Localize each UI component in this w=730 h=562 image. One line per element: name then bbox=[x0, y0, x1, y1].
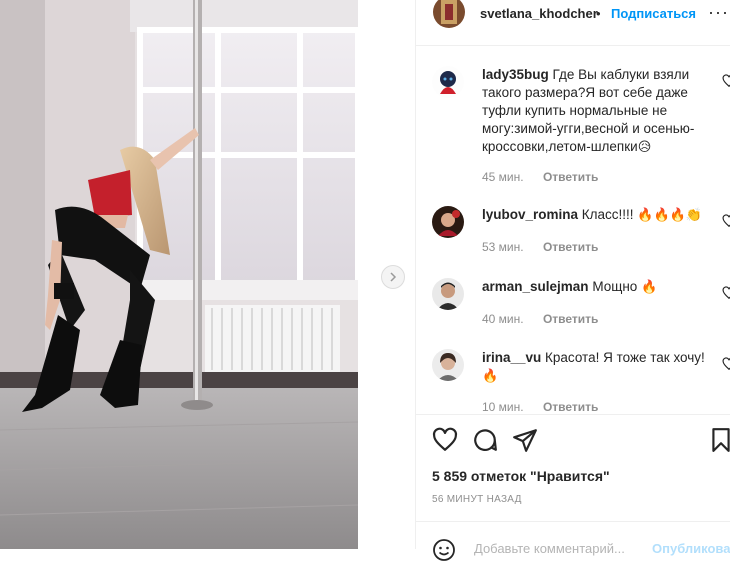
smiley-icon[interactable] bbox=[432, 538, 456, 562]
heart-icon[interactable] bbox=[722, 286, 730, 300]
comment-meta: 10 мин. Ответить bbox=[482, 400, 598, 413]
comment-username[interactable]: arman_sulejman bbox=[482, 279, 589, 294]
reply-button[interactable]: Ответить bbox=[543, 240, 598, 254]
comment-text: Мощно bbox=[592, 279, 638, 294]
heart-icon[interactable] bbox=[722, 214, 730, 228]
likes-count[interactable]: 5 859 отметок "Нравится" bbox=[432, 468, 610, 484]
heart-icon[interactable] bbox=[722, 74, 730, 88]
commenter-avatar[interactable] bbox=[432, 206, 464, 238]
comment-text: Красота! Я тоже так хочу! bbox=[545, 350, 705, 365]
comment-time[interactable]: 45 мин. bbox=[482, 170, 524, 184]
heart-icon[interactable] bbox=[432, 427, 458, 453]
comment-username[interactable]: lyubov_romina bbox=[482, 207, 578, 222]
chevron-right-icon bbox=[390, 272, 397, 282]
comment-username[interactable]: irina__vu bbox=[482, 350, 541, 365]
post-timestamp[interactable]: 56 МИНУТ НАЗАД bbox=[432, 494, 522, 505]
commenter-avatar[interactable] bbox=[432, 349, 464, 381]
commenter-avatar[interactable] bbox=[432, 278, 464, 310]
post-media bbox=[0, 0, 413, 549]
comment-body: lady35bug Где Вы каблуки взяли такого ра… bbox=[482, 66, 707, 156]
comment-body: lyubov_romina Класс!!!! 🔥🔥🔥👏 bbox=[482, 206, 707, 224]
reply-button[interactable]: Ответить bbox=[543, 312, 598, 326]
author-avatar[interactable] bbox=[433, 0, 465, 28]
commenter-avatar[interactable] bbox=[432, 66, 464, 98]
bookmark-icon[interactable] bbox=[708, 427, 730, 453]
reply-button[interactable]: Ответить bbox=[543, 170, 598, 184]
comment-emoji: 🔥 bbox=[641, 279, 658, 294]
comment-text: Класс!!!! bbox=[581, 207, 634, 222]
post-header: svetlana_khodcher • Подписаться ··· bbox=[416, 0, 730, 30]
ellipsis-icon[interactable]: ··· bbox=[708, 2, 729, 23]
comment-time[interactable]: 10 мин. bbox=[482, 400, 524, 413]
post-sidebar: svetlana_khodcher • Подписаться ··· lady… bbox=[415, 0, 730, 561]
comment-meta: 53 мин. Ответить bbox=[482, 240, 598, 254]
comment-emoji: 😥 bbox=[637, 139, 652, 154]
post-actions bbox=[416, 415, 730, 465]
comment-emoji: 🔥 bbox=[482, 368, 499, 383]
comment-body: arman_sulejman Мощно 🔥 bbox=[482, 278, 707, 296]
author-username[interactable]: svetlana_khodcher bbox=[480, 6, 598, 21]
comment-meta: 40 мин. Ответить bbox=[482, 312, 598, 326]
post-photo[interactable] bbox=[0, 0, 358, 549]
comment-time[interactable]: 53 мин. bbox=[482, 240, 524, 254]
header-separator: • bbox=[596, 6, 601, 21]
comments-list[interactable]: lady35bug Где Вы каблуки взяли такого ра… bbox=[416, 46, 730, 413]
follow-button[interactable]: Подписаться bbox=[611, 6, 696, 21]
reply-button[interactable]: Ответить bbox=[543, 400, 598, 413]
comment-body: irina__vu Красота! Я тоже так хочу! 🔥 bbox=[482, 349, 707, 385]
comment-time[interactable]: 40 мин. bbox=[482, 312, 524, 326]
paper-plane-icon[interactable] bbox=[512, 427, 538, 453]
next-photo-button[interactable] bbox=[381, 265, 405, 289]
comment-username[interactable]: lady35bug bbox=[482, 67, 549, 82]
comment-meta: 45 мин. Ответить bbox=[482, 170, 598, 184]
comment-emoji: 🔥🔥🔥👏 bbox=[637, 207, 703, 222]
add-comment-form: Опубликовать bbox=[416, 522, 730, 561]
speech-bubble-icon[interactable] bbox=[472, 427, 498, 453]
heart-icon[interactable] bbox=[722, 357, 730, 371]
